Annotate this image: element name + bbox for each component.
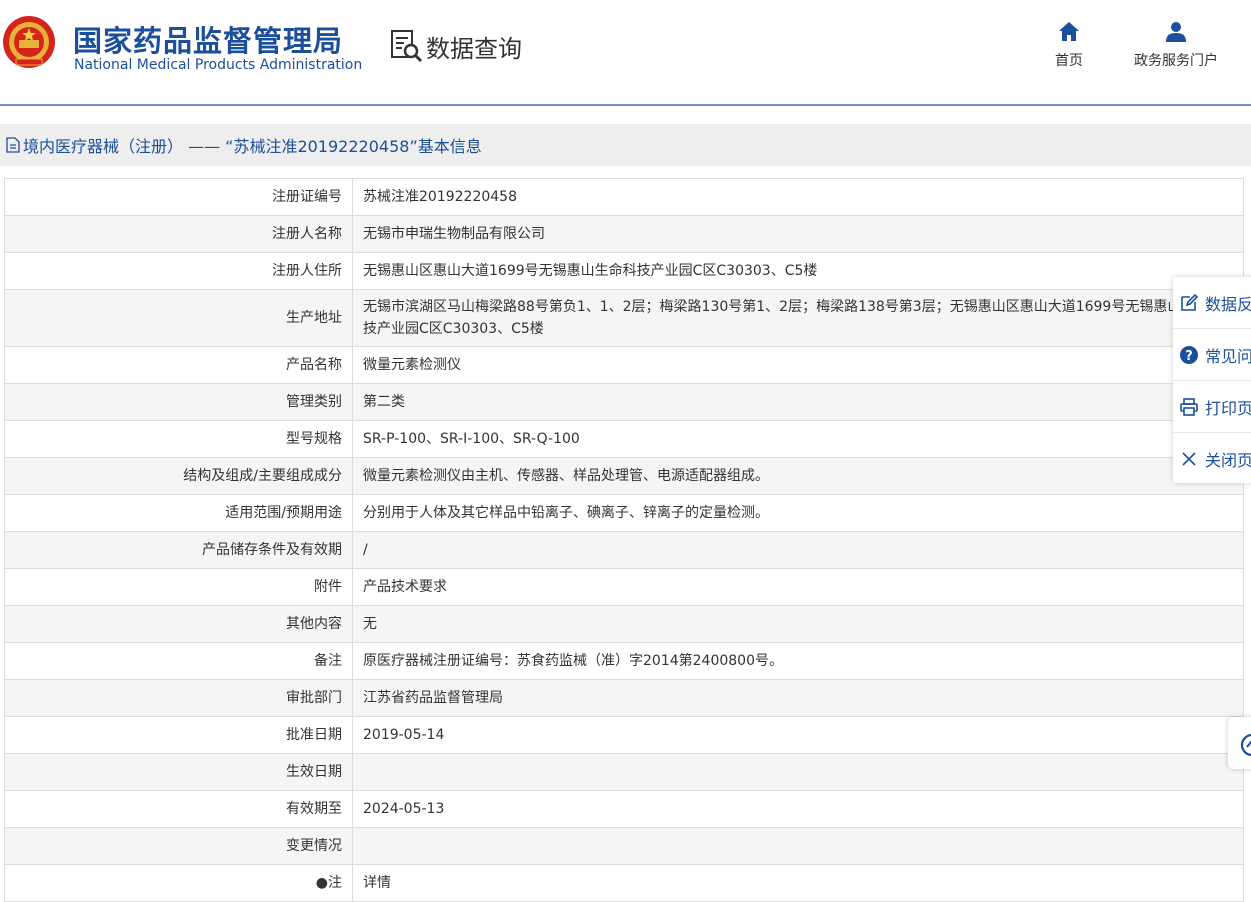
- field-label: 适用范围/预期用途: [4, 494, 353, 532]
- document-icon: [6, 137, 20, 153]
- table-row: 备注 原医疗器械注册证编号：苏食药监械（准）字2014第2400800号。: [4, 642, 1244, 680]
- table-row: 批准日期 2019-05-14: [4, 716, 1244, 754]
- field-value: 微量元素检测仪: [352, 346, 1244, 384]
- field-label: 注册人住所: [4, 252, 353, 290]
- table-row: 其他内容 无: [4, 605, 1244, 643]
- nav-home-label: 首页: [1055, 53, 1083, 69]
- table-row: 产品储存条件及有效期 /: [4, 531, 1244, 569]
- data-query-icon: [391, 30, 423, 63]
- field-value: SR-P-100、SR-I-100、SR-Q-100: [352, 420, 1244, 458]
- field-label: 注册证编号: [4, 178, 353, 216]
- national-emblem-icon: [3, 16, 55, 68]
- header-divider: [0, 104, 1251, 106]
- breadcrumb: 境内医疗器械（注册） —— “苏械注准20192220458”基本信息: [0, 124, 1251, 166]
- field-label: 有效期至: [4, 790, 353, 828]
- field-label: 生产地址: [4, 289, 353, 347]
- field-value: [352, 753, 1244, 791]
- side-item-label: 常见问: [1205, 346, 1251, 366]
- site-title: 国家药品监督管理局: [73, 24, 344, 58]
- field-label: 审批部门: [4, 679, 353, 717]
- table-row: 注册证编号 苏械注准20192220458: [4, 178, 1244, 216]
- floating-side-panel: 数据反 ? 常见问 打印页 关闭页: [1173, 277, 1251, 483]
- field-value: 第二类: [352, 383, 1244, 421]
- field-label: ●注: [4, 864, 353, 902]
- field-label: 变更情况: [4, 827, 353, 865]
- field-value: 无锡市滨湖区马山梅梁路88号第负1、1、2层；梅梁路130号第1、2层；梅梁路1…: [352, 289, 1244, 347]
- field-value: 微量元素检测仪由主机、传感器、样品处理管、电源适配器组成。: [352, 457, 1244, 495]
- table-row: ●注 详情: [4, 864, 1244, 902]
- faq-button[interactable]: ? 常见问: [1173, 329, 1251, 381]
- home-icon: [1059, 22, 1079, 41]
- field-value: 2019-05-14: [352, 716, 1244, 754]
- close-icon: [1182, 451, 1196, 466]
- edit-icon: [1181, 293, 1199, 311]
- details-link[interactable]: 详情: [352, 864, 1244, 902]
- field-label: 管理类别: [4, 383, 353, 421]
- field-label: 注册人名称: [4, 215, 353, 253]
- attachment-value: 产品技术要求: [352, 568, 1244, 606]
- table-row: 审批部门 江苏省药品监督管理局: [4, 679, 1244, 717]
- table-row: 注册人名称 无锡市申瑞生物制品有限公司: [4, 215, 1244, 253]
- field-label: 产品储存条件及有效期: [4, 531, 353, 569]
- field-value: 无锡市申瑞生物制品有限公司: [352, 215, 1244, 253]
- site-header: 国家药品监督管理局 National Medical Products Admi…: [0, 0, 1251, 104]
- field-label: 附件: [4, 568, 353, 606]
- table-row: 有效期至 2024-05-13: [4, 790, 1244, 828]
- floating-assist-button[interactable]: [1228, 717, 1251, 769]
- question-icon: ?: [1180, 345, 1198, 364]
- field-value: 江苏省药品监督管理局: [352, 679, 1244, 717]
- field-value: 2024-05-13: [352, 790, 1244, 828]
- site-subtitle: National Medical Products Administration: [74, 57, 363, 73]
- field-label: 生效日期: [4, 753, 353, 791]
- field-value: 苏械注准20192220458: [352, 178, 1244, 216]
- close-page-button[interactable]: 关闭页: [1173, 433, 1251, 484]
- nav-gov-service-portal[interactable]: 政务服务门户: [1126, 20, 1226, 70]
- data-feedback-button[interactable]: 数据反: [1173, 277, 1251, 329]
- svg-text:?: ?: [1185, 349, 1193, 364]
- user-icon: [1166, 22, 1186, 42]
- table-row: 生效日期: [4, 753, 1244, 791]
- table-row: 产品名称 微量元素检测仪: [4, 346, 1244, 384]
- table-row: 型号规格 SR-P-100、SR-I-100、SR-Q-100: [4, 420, 1244, 458]
- field-value: 无: [352, 605, 1244, 643]
- field-value: /: [352, 531, 1244, 569]
- printer-icon: [1180, 397, 1198, 416]
- side-item-label: 关闭页: [1205, 450, 1251, 470]
- table-row: 变更情况: [4, 827, 1244, 865]
- data-query-label: 数据查询: [426, 34, 522, 63]
- field-label: 备注: [4, 642, 353, 680]
- table-row: 结构及组成/主要组成成分 微量元素检测仪由主机、传感器、样品处理管、电源适配器组…: [4, 457, 1244, 495]
- field-label: 其他内容: [4, 605, 353, 643]
- table-row: 注册人住所 无锡惠山区惠山大道1699号无锡惠山生命科技产业园C区C30303、…: [4, 252, 1244, 290]
- data-query-section[interactable]: 数据查询: [390, 28, 522, 64]
- table-row: 管理类别 第二类: [4, 383, 1244, 421]
- field-label: 批准日期: [4, 716, 353, 754]
- field-value: 无锡惠山区惠山大道1699号无锡惠山生命科技产业园C区C30303、C5楼: [352, 252, 1244, 290]
- field-value: 分别用于人体及其它样品中铅离子、碘离子、锌离子的定量检测。: [352, 494, 1244, 532]
- table-row: 适用范围/预期用途 分别用于人体及其它样品中铅离子、碘离子、锌离子的定量检测。: [4, 494, 1244, 532]
- breadcrumb-text: 境内医疗器械（注册） —— “苏械注准20192220458”基本信息: [23, 137, 482, 156]
- nav-portal-label: 政务服务门户: [1134, 53, 1218, 69]
- print-page-button[interactable]: 打印页: [1173, 381, 1251, 433]
- table-row: 生产地址 无锡市滨湖区马山梅梁路88号第负1、1、2层；梅梁路130号第1、2层…: [4, 289, 1244, 347]
- field-value: 原医疗器械注册证编号：苏食药监械（准）字2014第2400800号。: [352, 642, 1244, 680]
- nav-home[interactable]: 首页: [1048, 20, 1090, 70]
- field-label: 型号规格: [4, 420, 353, 458]
- assist-icon: [1240, 733, 1251, 757]
- registration-info-table: 注册证编号 苏械注准20192220458 注册人名称 无锡市申瑞生物制品有限公…: [4, 178, 1244, 902]
- field-value: [352, 827, 1244, 865]
- side-item-label: 数据反: [1205, 294, 1251, 314]
- table-row: 附件 产品技术要求: [4, 568, 1244, 606]
- field-label: 产品名称: [4, 346, 353, 384]
- side-item-label: 打印页: [1205, 398, 1251, 418]
- field-label: 结构及组成/主要组成成分: [4, 457, 353, 495]
